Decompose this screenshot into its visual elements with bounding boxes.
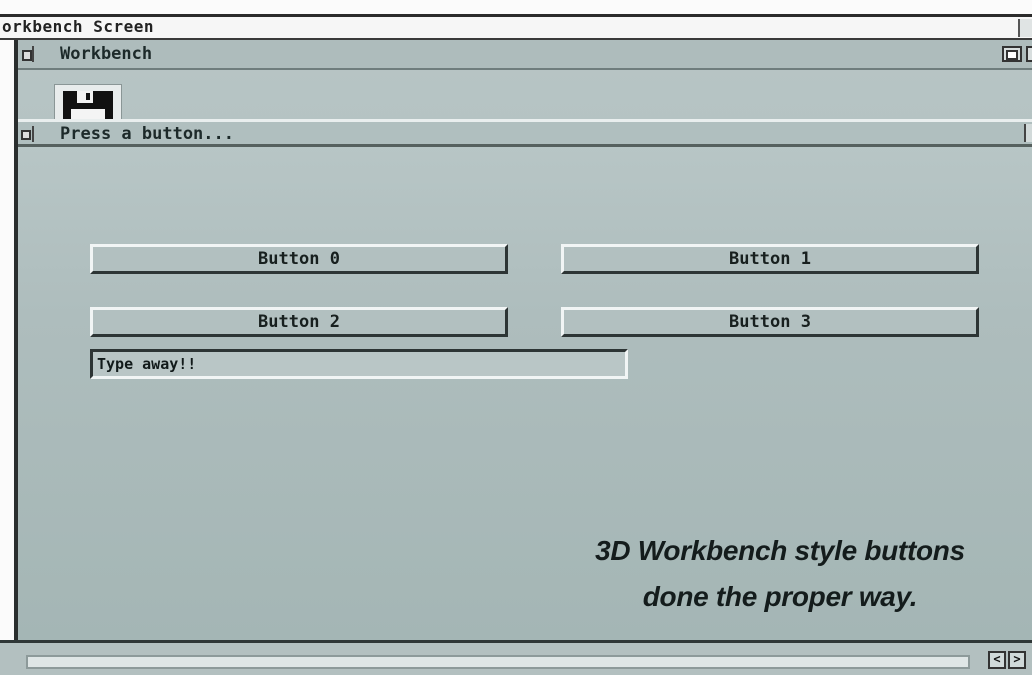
screen-title-bar: orkbench Screen (0, 14, 1032, 40)
depth-icon[interactable] (1026, 46, 1032, 62)
scroll-left-icon[interactable]: < (988, 651, 1006, 669)
depth-gadgets[interactable] (996, 42, 1032, 66)
button-0[interactable]: Button 0 (90, 244, 508, 274)
button-2[interactable]: Button 2 (90, 307, 508, 337)
bottom-scroll-bar: < > (0, 640, 1032, 675)
zoom-icon[interactable] (1002, 46, 1022, 62)
text-input[interactable] (90, 349, 628, 379)
caption-line-1: 3D Workbench style buttons (595, 535, 965, 566)
scroll-right-icon[interactable]: > (1008, 651, 1026, 669)
screen-depth-gadget[interactable] (1018, 19, 1032, 37)
horizontal-scrollbar[interactable] (26, 655, 970, 669)
caption-line-2: done the proper way. (642, 581, 918, 612)
inner-window-title: Press a button... (60, 124, 234, 144)
close-icon[interactable] (20, 46, 34, 62)
inner-close-icon[interactable] (20, 126, 34, 142)
inner-depth-icon[interactable] (1024, 124, 1032, 142)
caption: 3D Workbench style buttons done the prop… (520, 528, 1032, 620)
window-title-bar[interactable]: Workbench (18, 40, 1032, 70)
inner-window-title-bar[interactable]: Press a button... (18, 119, 1032, 147)
button-3[interactable]: Button 3 (561, 307, 979, 337)
window-title: Workbench (60, 44, 153, 64)
workbench-screen: orkbench Screen Workbench Press a button… (0, 0, 1032, 675)
screen-title: orkbench Screen (2, 17, 154, 36)
button-1[interactable]: Button 1 (561, 244, 979, 274)
